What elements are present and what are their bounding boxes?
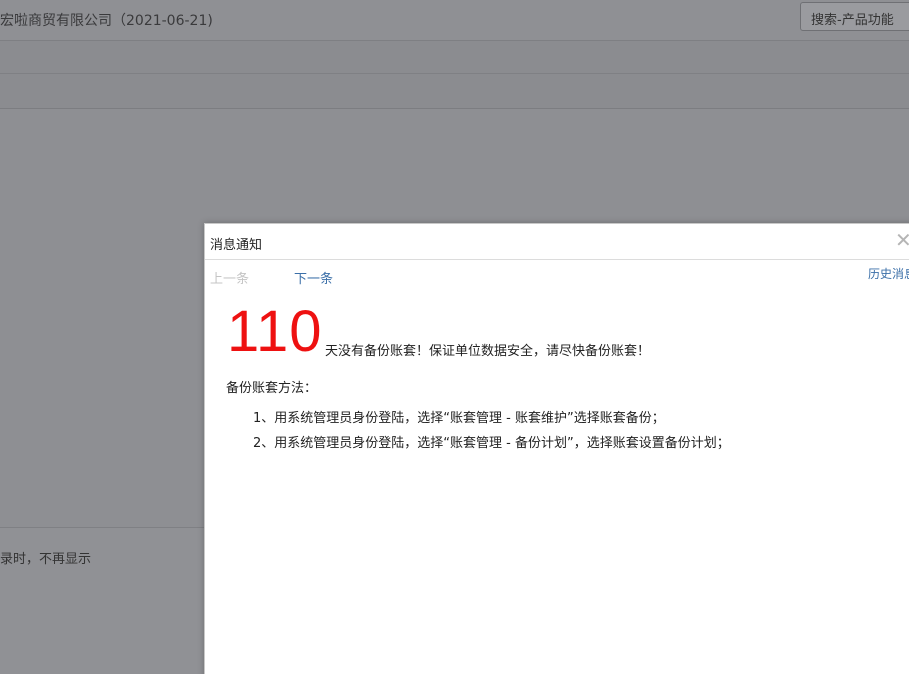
backup-method-title: 备份账套方法：	[226, 381, 318, 396]
search-input[interactable]: 搜索-产品功能	[800, 2, 909, 31]
previous-message-link[interactable]: 上一条	[210, 268, 249, 287]
title-divider	[205, 259, 909, 260]
company-title: 宏啦商贸有限公司（2021-06-21)	[0, 13, 213, 29]
message-notification-dialog: 消息通知 ✕ 上一条 下一条 历史消息 110 天没有备份账套！保证单位数据安全…	[204, 223, 909, 674]
days-without-backup-count: 110	[227, 299, 323, 364]
backup-warning-message: 天没有备份账套！保证单位数据安全，请尽快备份账套！	[325, 344, 651, 359]
backup-step-2: 2、用系统管理员身份登陆，选择“账套管理 - 备份计划”，选择账套设置备份计划；	[253, 436, 730, 451]
toolbar-band	[0, 41, 909, 74]
next-message-link[interactable]: 下一条	[294, 268, 333, 287]
backup-step-1: 1、用系统管理员身份登陆，选择“账套管理 - 账套维护”选择账套备份；	[253, 411, 665, 426]
top-bar: 宏啦商贸有限公司（2021-06-21) 搜索-产品功能	[0, 0, 909, 41]
history-messages-link[interactable]: 历史消息	[868, 265, 909, 282]
close-icon[interactable]: ✕	[895, 230, 909, 250]
dialog-title: 消息通知	[210, 238, 263, 253]
menu-band	[0, 74, 909, 109]
dont-show-again-text[interactable]: 录时，不再显示	[0, 548, 91, 567]
